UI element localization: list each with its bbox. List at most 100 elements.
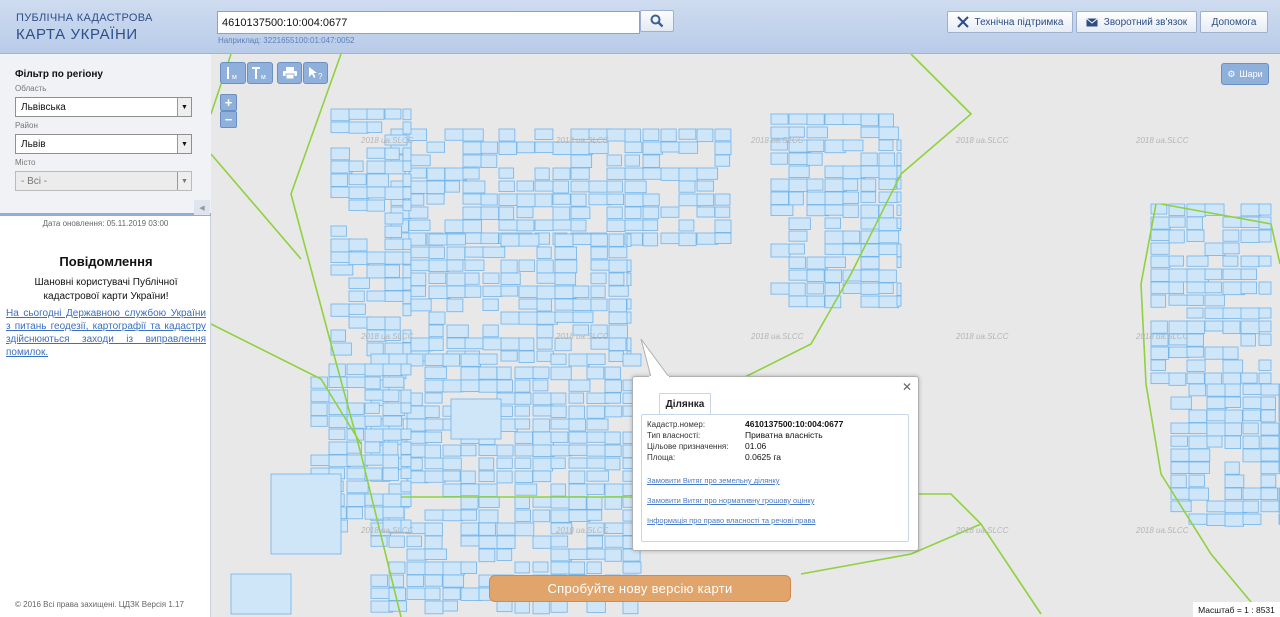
land-parcel (608, 337, 627, 351)
oblast-select[interactable]: Львівська ▼ (15, 97, 192, 117)
land-parcel (230, 573, 292, 615)
ownership-info-link[interactable]: Інформація про право власності та речові… (647, 516, 903, 525)
tab-parcel[interactable]: Ділянка (659, 393, 711, 415)
land-parcel (482, 272, 500, 284)
land-parcel (500, 272, 521, 285)
land-parcel (310, 454, 331, 466)
land-parcel (788, 243, 805, 255)
land-parcel (1186, 320, 1205, 334)
order-extract-link[interactable]: Замовити Витяг про земельну ділянку (647, 476, 903, 485)
map-canvas[interactable]: м м ? + − ⚙ Шари 2018 ua.SLCC 2018 ua.SLC… (211, 54, 1280, 617)
cursor-question-icon: ? (308, 67, 323, 80)
land-parcel (1222, 242, 1240, 255)
parcel-popup: ✕ Ділянка Кадастр.номер: 4610137500:10:00… (632, 338, 919, 551)
land-parcel (568, 457, 589, 469)
land-parcel (824, 139, 846, 154)
land-parcel (310, 415, 328, 427)
land-parcel (348, 121, 369, 134)
land-parcel (896, 204, 902, 216)
land-parcel (532, 600, 550, 615)
printer-icon (282, 67, 297, 79)
land-parcel (1168, 294, 1188, 306)
land-parcel (478, 522, 496, 536)
land-parcel (624, 193, 645, 207)
search-hint: Наприклад: 3221655100:01:047:0052 (218, 36, 355, 45)
land-parcel (1188, 383, 1206, 397)
land-parcel (330, 147, 350, 161)
land-parcel (364, 363, 385, 377)
help-button[interactable]: Допомога (1200, 11, 1268, 33)
land-parcel (428, 324, 444, 338)
land-parcel (1258, 333, 1272, 346)
land-parcel (604, 379, 622, 393)
land-parcel (410, 272, 427, 287)
land-parcel (642, 219, 659, 231)
land-parcel (532, 561, 549, 573)
land-parcel (382, 467, 399, 481)
search-input[interactable] (217, 11, 640, 34)
land-parcel (348, 238, 368, 252)
land-parcel (1260, 383, 1280, 396)
land-parcel (788, 282, 806, 297)
land-parcel (860, 282, 880, 295)
close-icon[interactable]: ✕ (902, 380, 912, 394)
land-parcel (1188, 409, 1208, 423)
notice-link[interactable]: На сьогодні Державною службою України з … (6, 307, 206, 359)
land-parcel (660, 167, 682, 181)
rayon-select[interactable]: Львів ▼ (15, 134, 192, 154)
city-select[interactable]: - Всі - ▼ (15, 171, 192, 191)
zoom-out-button[interactable]: − (220, 111, 237, 128)
support-label: Технічна підтримка (974, 16, 1064, 28)
land-parcel (1258, 320, 1272, 333)
print-button[interactable] (277, 62, 302, 84)
support-button[interactable]: Технічна підтримка (947, 11, 1073, 33)
zoom-in-button[interactable]: + (220, 94, 237, 111)
land-parcel (330, 186, 352, 199)
identify-tool[interactable]: ? (303, 62, 328, 84)
land-parcel (1150, 294, 1167, 308)
search-button[interactable] (640, 10, 674, 32)
land-parcel (824, 165, 846, 179)
land-parcel (608, 298, 627, 313)
layers-button[interactable]: ⚙ Шари (1221, 63, 1269, 85)
boundary-line (211, 153, 302, 260)
land-parcel (1168, 281, 1184, 295)
land-parcel (346, 480, 369, 494)
land-parcel (896, 139, 902, 151)
land-parcel (714, 141, 732, 156)
land-parcel (442, 574, 465, 588)
land-parcel (534, 141, 556, 153)
land-parcel (400, 428, 412, 440)
new-version-button[interactable]: Спробуйте нову версію карти (489, 575, 791, 602)
land-parcel (514, 379, 531, 393)
measure-area-tool[interactable]: м (247, 62, 273, 84)
land-parcel (428, 233, 449, 246)
land-parcel (626, 337, 632, 352)
land-parcel (518, 350, 535, 363)
land-parcel (402, 121, 412, 135)
logo[interactable]: ПУБЛІЧНА КАДАСТРОВА КАРТА УКРАЇНИ (16, 13, 153, 43)
land-parcel (604, 444, 622, 457)
land-parcel (1242, 500, 1259, 513)
land-parcel (388, 535, 405, 548)
land-parcel (496, 535, 516, 549)
land-parcel (402, 290, 412, 305)
collapse-sidebar-button[interactable]: ◀ (194, 200, 210, 215)
land-parcel (366, 173, 389, 188)
land-parcel (568, 431, 588, 444)
feedback-button[interactable]: Зворотний зв'язок (1076, 11, 1197, 33)
land-parcel (572, 233, 592, 245)
land-parcel (536, 259, 554, 274)
order-valuation-link[interactable]: Замовити Витяг про нормативну грошову оц… (647, 496, 903, 505)
land-parcel (678, 128, 697, 140)
land-parcel (824, 243, 844, 255)
land-parcel (642, 141, 663, 155)
land-parcel (482, 337, 504, 351)
watermark: 2018 ua.SLCC (556, 332, 609, 341)
city-label: Місто (15, 158, 36, 167)
measure-length-tool[interactable]: м (220, 62, 246, 84)
land-parcel (1242, 396, 1262, 409)
copyright: © 2016 Всі права захищені. ЦДЗК Версія 1… (15, 600, 184, 609)
land-parcel (824, 269, 842, 283)
land-parcel (1240, 268, 1257, 280)
